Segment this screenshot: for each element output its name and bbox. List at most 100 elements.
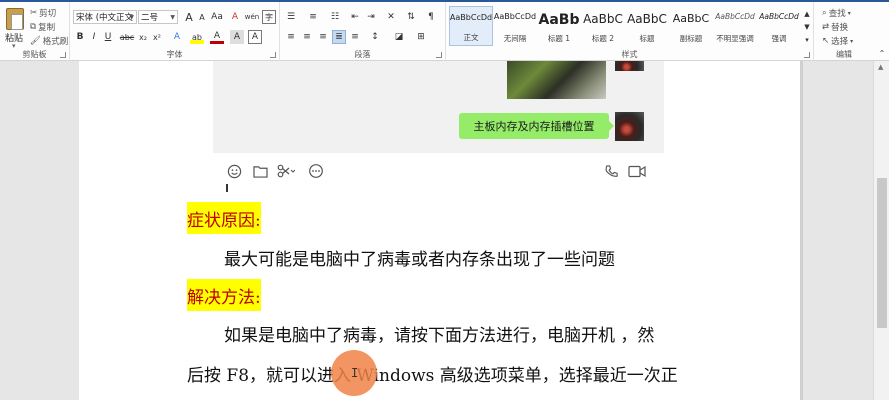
style-heading-2[interactable]: AaBbC 标题 2 <box>581 6 625 46</box>
style-normal[interactable]: AaBbCcDd 正文 <box>449 6 493 46</box>
style-sample: AaBb <box>538 12 580 28</box>
style-heading-1[interactable]: AaBb 标题 1 <box>537 6 581 46</box>
format-painter-button[interactable]: 🖌 格式刷 <box>30 35 68 47</box>
font-launcher-icon[interactable] <box>270 52 276 58</box>
align-left-icon[interactable]: ≡ <box>284 30 298 44</box>
superscript-button[interactable]: x² <box>150 30 164 44</box>
chevron-down-icon: ▾ <box>850 37 854 45</box>
search-icon: ⌕ <box>822 8 827 18</box>
scissors-icon: ✂ <box>30 8 38 18</box>
font-family-select[interactable]: 宋体 (中文正文 ▼ <box>73 10 137 24</box>
subscript-button[interactable]: x₂ <box>136 30 150 44</box>
style-subtle-emphasis[interactable]: AaBbCcDd 不明显强调 <box>713 6 757 46</box>
increase-indent-icon[interactable]: ⇥ <box>364 10 378 24</box>
scroll-thumb[interactable] <box>877 178 887 328</box>
style-sample: AaBbC <box>583 12 623 26</box>
style-name: 正文 <box>463 33 479 42</box>
asian-layout-icon[interactable]: ✕ <box>384 10 398 24</box>
video-icon <box>628 162 646 180</box>
brush-icon: 🖌 <box>30 36 41 46</box>
text-cursor <box>226 184 228 192</box>
style-sample: AaBbCcDd <box>493 12 537 21</box>
replace-label: 替换 <box>831 23 849 33</box>
paragraph-solution-line2: 后按 F8，就可以进入 Windows 高级选项菜单，选择最近一次正 <box>187 366 678 386</box>
shading-icon[interactable]: ◪ <box>392 30 406 44</box>
enclose-char-button[interactable]: 字 <box>262 10 276 24</box>
styles-more-icon[interactable]: ▾ <box>802 34 812 46</box>
line-spacing-icon[interactable]: ↕ <box>368 30 382 44</box>
replace-button[interactable]: ⇄ 替换 <box>822 21 848 33</box>
find-button[interactable]: ⌕ 查找 ▾ <box>822 7 851 19</box>
replace-icon: ⇄ <box>822 22 830 32</box>
paragraph-solution-line1: 如果是电脑中了病毒，请按下面方法进行，电脑开机 ，然 <box>224 326 655 346</box>
paragraph-cause: 最大可能是电脑中了病毒或者内存条出现了一些问题 <box>224 250 615 270</box>
decrease-indent-icon[interactable]: ⇤ <box>348 10 362 24</box>
select-button[interactable]: ↖ 选择 ▾ <box>822 35 853 47</box>
chat-avatar <box>615 112 644 141</box>
borders-icon[interactable]: ⊞ <box>414 30 428 44</box>
chevron-down-icon: ▾ <box>847 9 851 17</box>
underline-button[interactable]: U <box>101 30 115 44</box>
style-emphasis[interactable]: AaBbCcDd 强调 <box>757 6 801 46</box>
copy-icon: ⧉ <box>30 22 37 32</box>
style-name: 标题 <box>639 34 655 43</box>
font-size-select[interactable]: 二号 ▼ <box>138 10 178 24</box>
collapse-ribbon-icon[interactable]: ⌃ <box>877 48 887 58</box>
align-right-icon[interactable]: ≡ <box>316 30 330 44</box>
cut-button[interactable]: ✂ 剪切 <box>30 7 56 19</box>
copy-button[interactable]: ⧉ 复制 <box>30 21 55 33</box>
style-sample: AaBbC <box>672 12 710 25</box>
format-painter-label: 格式刷 <box>42 37 69 47</box>
bullets-icon[interactable]: ☰ <box>284 10 298 24</box>
show-marks-icon[interactable]: ¶ <box>424 10 438 24</box>
numbering-icon[interactable]: ≡ <box>306 10 320 24</box>
clipboard-group-label: 剪贴板 <box>22 50 47 59</box>
clear-format-button[interactable]: A <box>228 10 242 24</box>
ibeam-cursor-icon: I <box>351 366 359 380</box>
chevron-down-icon: ▼ <box>170 14 175 21</box>
justify-icon[interactable]: ≣ <box>332 30 346 44</box>
clipboard-group: 粘贴 ▾ ✂ 剪切 ⧉ 复制 🖌 格式刷 剪贴板 <box>0 2 70 61</box>
styles-group-label: 样式 <box>621 50 638 59</box>
clipboard-launcher-icon[interactable] <box>60 52 66 58</box>
sort-icon[interactable]: ⇅ <box>404 10 418 24</box>
styles-scroll-down-icon[interactable]: ▼ <box>802 21 812 33</box>
vertical-scrollbar[interactable]: ▲ <box>873 61 889 400</box>
paragraph-launcher-icon[interactable] <box>436 52 442 58</box>
highlight-button[interactable]: ab <box>190 30 204 44</box>
char-shading-button[interactable]: A <box>230 30 244 44</box>
styles-scroll-up-icon[interactable]: ▲ <box>802 8 812 20</box>
style-sample: AaBbCcDd <box>449 13 493 22</box>
chat-bubble: 主板内存及内存插槽位置 <box>459 113 614 139</box>
char-border-button[interactable]: A <box>248 30 262 44</box>
multilevel-list-icon[interactable]: ☷ <box>328 10 342 24</box>
phonetic-guide-button[interactable]: wén <box>245 10 259 24</box>
style-no-spacing[interactable]: AaBbCcDd 无间隔 <box>493 6 537 46</box>
distributed-icon[interactable]: ≡ <box>348 30 362 44</box>
style-name: 标题 2 <box>591 34 615 43</box>
copy-label: 复制 <box>38 23 56 33</box>
grow-font-button[interactable]: A <box>182 10 196 24</box>
chat-bubble-text: 主板内存及内存插槽位置 <box>473 120 595 133</box>
text-effects-button[interactable]: A <box>170 30 184 44</box>
style-name: 无间隔 <box>503 34 527 43</box>
change-case-button[interactable]: Aa <box>210 10 224 24</box>
style-subtitle[interactable]: AaBbC 副标题 <box>669 6 713 46</box>
paragraph-group: ☰ ≡ ☷ ⇤ ⇥ ✕ ⇅ ¶ ≡ ≡ ≡ ≣ ≡ ↕ ◪ ⊞ 段落 <box>280 2 446 61</box>
style-name: 不明显强调 <box>716 34 754 43</box>
italic-button[interactable]: I <box>87 30 101 44</box>
paste-icon[interactable] <box>6 8 24 30</box>
strikethrough-button[interactable]: abc <box>120 30 134 44</box>
shrink-font-button[interactable]: A <box>195 10 209 24</box>
font-group-label: 字体 <box>166 50 183 59</box>
style-title[interactable]: AaBbC 标题 <box>625 6 669 46</box>
emoji-icon <box>225 162 243 180</box>
chat-bubble-icon <box>307 162 325 180</box>
bold-button[interactable]: B <box>73 30 87 44</box>
heading-symptom-cause: 症状原因: <box>187 202 261 234</box>
scroll-up-icon[interactable]: ▲ <box>878 63 883 71</box>
align-center-icon[interactable]: ≡ <box>300 30 314 44</box>
styles-launcher-icon[interactable] <box>804 52 810 58</box>
font-color-button[interactable]: A <box>210 30 224 44</box>
find-label: 查找 <box>828 9 846 19</box>
